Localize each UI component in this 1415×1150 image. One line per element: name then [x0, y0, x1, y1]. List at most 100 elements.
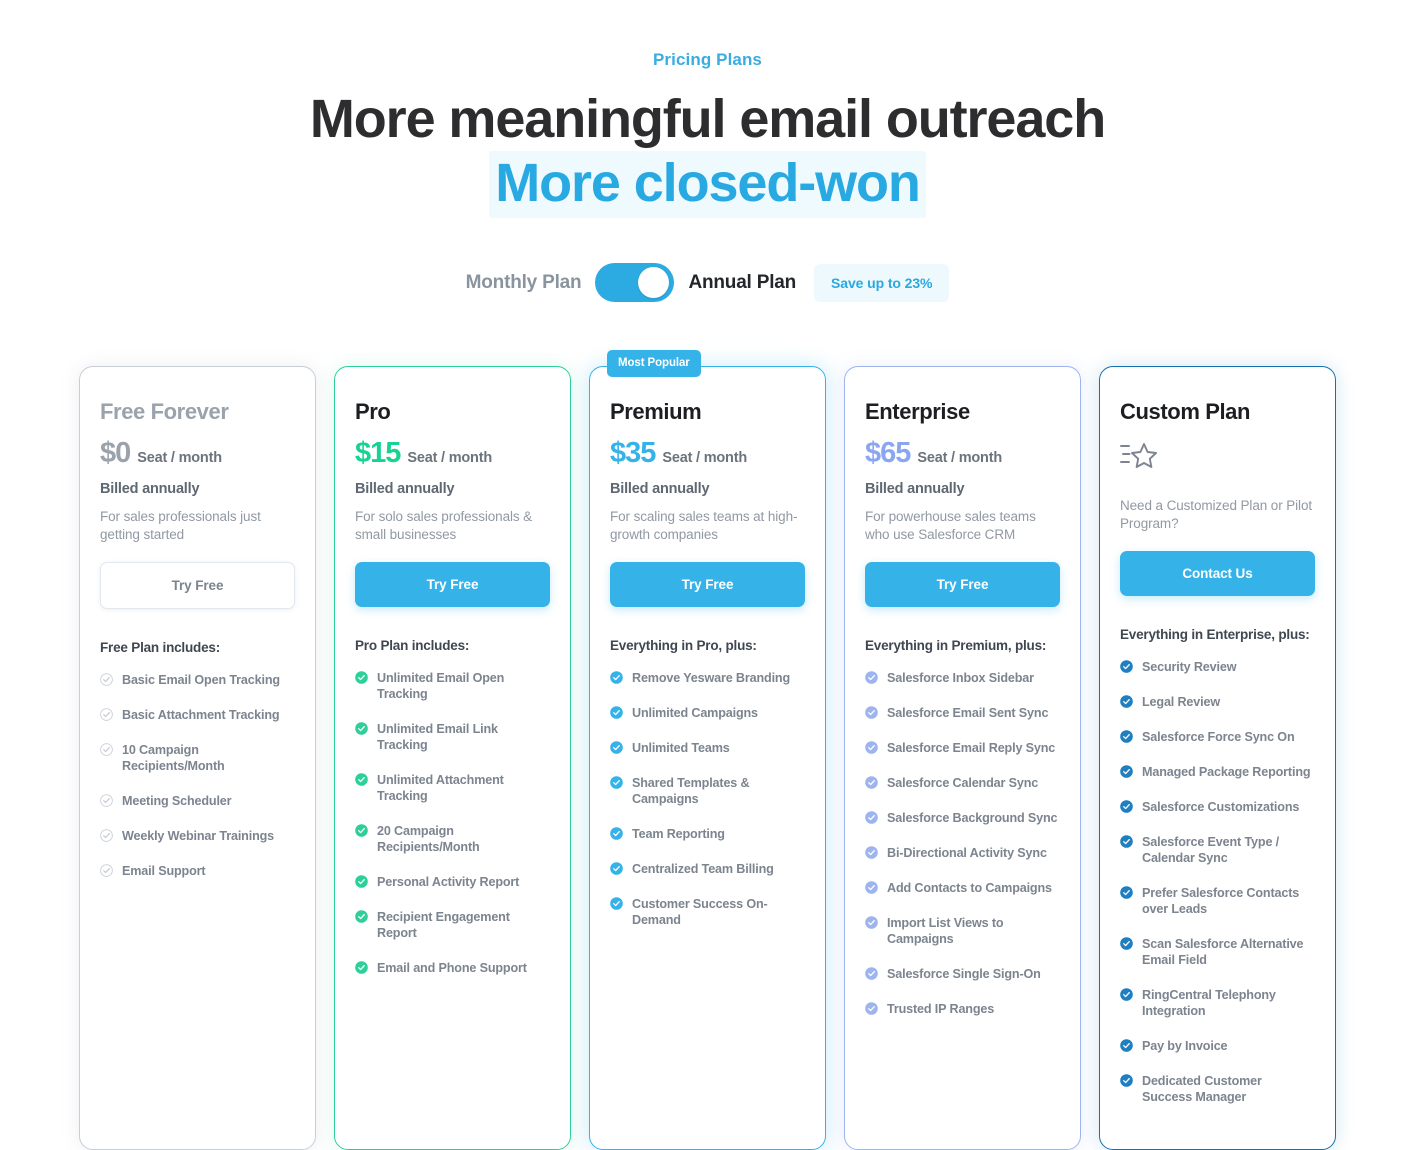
plan-feature-list: Basic Email Open Tracking Basic Attachmen…	[100, 671, 295, 879]
plan-feature-item: Security Review	[1120, 658, 1315, 675]
plan-feature-label: 20 Campaign Recipients/Month	[377, 824, 480, 854]
plan-billing-note: Billed annually	[610, 481, 710, 497]
check-icon	[100, 864, 113, 877]
check-icon	[865, 1002, 878, 1015]
check-icon	[1120, 660, 1133, 673]
check-icon	[610, 671, 623, 684]
annual-plan-label[interactable]: Annual Plan	[688, 272, 796, 294]
page-eyebrow: Pricing Plans	[652, 50, 762, 69]
plan-feature-label: Salesforce Calendar Sync	[887, 776, 1039, 790]
pricing-card-premium: Most Popular Premium $35 Seat / month Billed…	[589, 350, 826, 1150]
plan-feature-item: Salesforce Calendar Sync	[865, 774, 1060, 791]
plan-price-unit: Seat / month	[662, 450, 747, 466]
check-icon	[1120, 695, 1133, 708]
headline-line-2: More closed-won	[0, 150, 1415, 218]
plan-feature-item: Basic Attachment Tracking	[100, 706, 295, 723]
plan-feature-label: Trusted IP Ranges	[887, 1002, 995, 1016]
plan-feature-label: Email Support	[122, 864, 206, 878]
plan-feature-list: Unlimited Email Open Tracking Unlimited E…	[355, 669, 550, 976]
plan-feature-item: Dedicated Customer Success Manager	[1120, 1072, 1315, 1105]
check-icon	[1120, 800, 1133, 813]
plan-price-unit: Seat / month	[137, 450, 222, 466]
plan-feature-item: Salesforce Email Sent Sync	[865, 704, 1060, 721]
try-free-button[interactable]: Try Free	[865, 562, 1060, 607]
try-free-button[interactable]: Try Free	[355, 562, 550, 607]
plan-feature-item: Shared Templates & Campaigns	[610, 774, 805, 807]
plan-includes-heading: Everything in Enterprise, plus:	[1120, 627, 1310, 642]
plan-feature-item: Team Reporting	[610, 825, 805, 842]
check-icon	[1120, 1039, 1133, 1052]
plan-feature-label: Unlimited Campaigns	[632, 706, 758, 720]
plan-feature-item: Salesforce Force Sync On	[1120, 728, 1315, 745]
plan-billing-note: Billed annually	[865, 481, 965, 497]
billing-period-toggle[interactable]	[595, 263, 675, 302]
check-icon	[100, 673, 113, 686]
plan-feature-item: RingCentral Telephony Integration	[1120, 986, 1315, 1019]
check-icon	[100, 708, 113, 721]
check-icon	[355, 671, 368, 684]
plan-feature-item: Salesforce Customizations	[1120, 798, 1315, 815]
plan-name: Pro	[355, 399, 391, 424]
plan-feature-item: Import List Views to Campaigns	[865, 914, 1060, 947]
plan-feature-label: Meeting Scheduler	[122, 794, 232, 808]
plan-feature-item: Recipient Engagement Report	[355, 908, 550, 941]
plan-name: Premium	[610, 399, 702, 424]
headline-highlight: More closed-won	[489, 151, 926, 218]
pricing-card-custom-plan: Custom Plan Need a Customized Plan or Pil…	[1099, 366, 1336, 1150]
check-icon	[1120, 937, 1133, 950]
plan-billing-note: Billed annually	[100, 481, 200, 497]
plan-feature-item: Email Support	[100, 862, 295, 879]
try-free-button[interactable]: Try Free	[610, 562, 805, 607]
check-icon	[1120, 765, 1133, 778]
plan-price-unit: Seat / month	[917, 450, 1002, 466]
check-icon	[865, 811, 878, 824]
plan-feature-label: Dedicated Customer Success Manager	[1142, 1074, 1262, 1104]
check-icon	[1120, 730, 1133, 743]
check-icon	[865, 671, 878, 684]
pricing-cards: Free Forever $0 Seat / month Billed annuall…	[0, 350, 1415, 1150]
plan-blurb: For scaling sales teams at high-growth c…	[610, 509, 798, 542]
try-free-button[interactable]: Try Free	[100, 562, 295, 609]
plan-name: Free Forever	[100, 399, 229, 424]
plan-feature-label: Salesforce Email Sent Sync	[887, 706, 1049, 720]
plan-feature-label: Salesforce Force Sync On	[1142, 730, 1295, 744]
pricing-card-free-forever: Free Forever $0 Seat / month Billed annuall…	[79, 366, 316, 1150]
plan-includes-heading: Pro Plan includes:	[355, 638, 470, 653]
plan-feature-item: Prefer Salesforce Contacts over Leads	[1120, 884, 1315, 917]
plan-feature-label: Unlimited Teams	[632, 741, 730, 755]
plan-name: Custom Plan	[1120, 399, 1251, 424]
plan-feature-item: Salesforce Background Sync	[865, 809, 1060, 826]
plan-feature-item: Bi-Directional Activity Sync	[865, 844, 1060, 861]
plan-feature-item: Unlimited Teams	[610, 739, 805, 756]
plan-feature-label: Team Reporting	[632, 827, 725, 841]
plan-feature-label: Centralized Team Billing	[632, 862, 774, 876]
plan-feature-label: Salesforce Background Sync	[887, 811, 1058, 825]
check-icon	[865, 967, 878, 980]
check-icon	[100, 743, 113, 756]
plan-feature-item: Centralized Team Billing	[610, 860, 805, 877]
plan-feature-label: Security Review	[1142, 660, 1237, 674]
contact-us-button[interactable]: Contact Us	[1120, 551, 1315, 596]
plan-feature-label: Shared Templates & Campaigns	[632, 776, 750, 806]
plan-feature-label: Weekly Webinar Trainings	[122, 829, 275, 843]
plan-feature-label: Unlimited Attachment Tracking	[377, 773, 504, 803]
check-icon	[610, 776, 623, 789]
plan-feature-label: Managed Package Reporting	[1142, 765, 1311, 779]
plan-feature-item: Unlimited Attachment Tracking	[355, 771, 550, 804]
most-popular-badge: Most Popular	[607, 350, 701, 377]
plan-feature-label: Scan Salesforce Alternative Email Field	[1142, 937, 1304, 967]
monthly-plan-label[interactable]: Monthly Plan	[466, 272, 582, 294]
check-icon	[865, 881, 878, 894]
plan-billing-note: Billed annually	[355, 481, 455, 497]
check-icon	[610, 706, 623, 719]
plan-feature-label: Basic Attachment Tracking	[122, 708, 280, 722]
plan-blurb: Need a Customized Plan or Pilot Program?	[1120, 498, 1312, 531]
plan-feature-label: Salesforce Event Type / Calendar Sync	[1142, 835, 1280, 865]
plan-includes-heading: Everything in Premium, plus:	[865, 638, 1047, 653]
check-icon	[1120, 835, 1133, 848]
plan-price-row: $0 Seat / month	[100, 438, 295, 468]
plan-feature-item: Legal Review	[1120, 693, 1315, 710]
shooting-star-icon	[1120, 443, 1157, 468]
check-icon	[1120, 988, 1133, 1001]
plan-blurb: For sales professionals just getting sta…	[100, 509, 261, 542]
